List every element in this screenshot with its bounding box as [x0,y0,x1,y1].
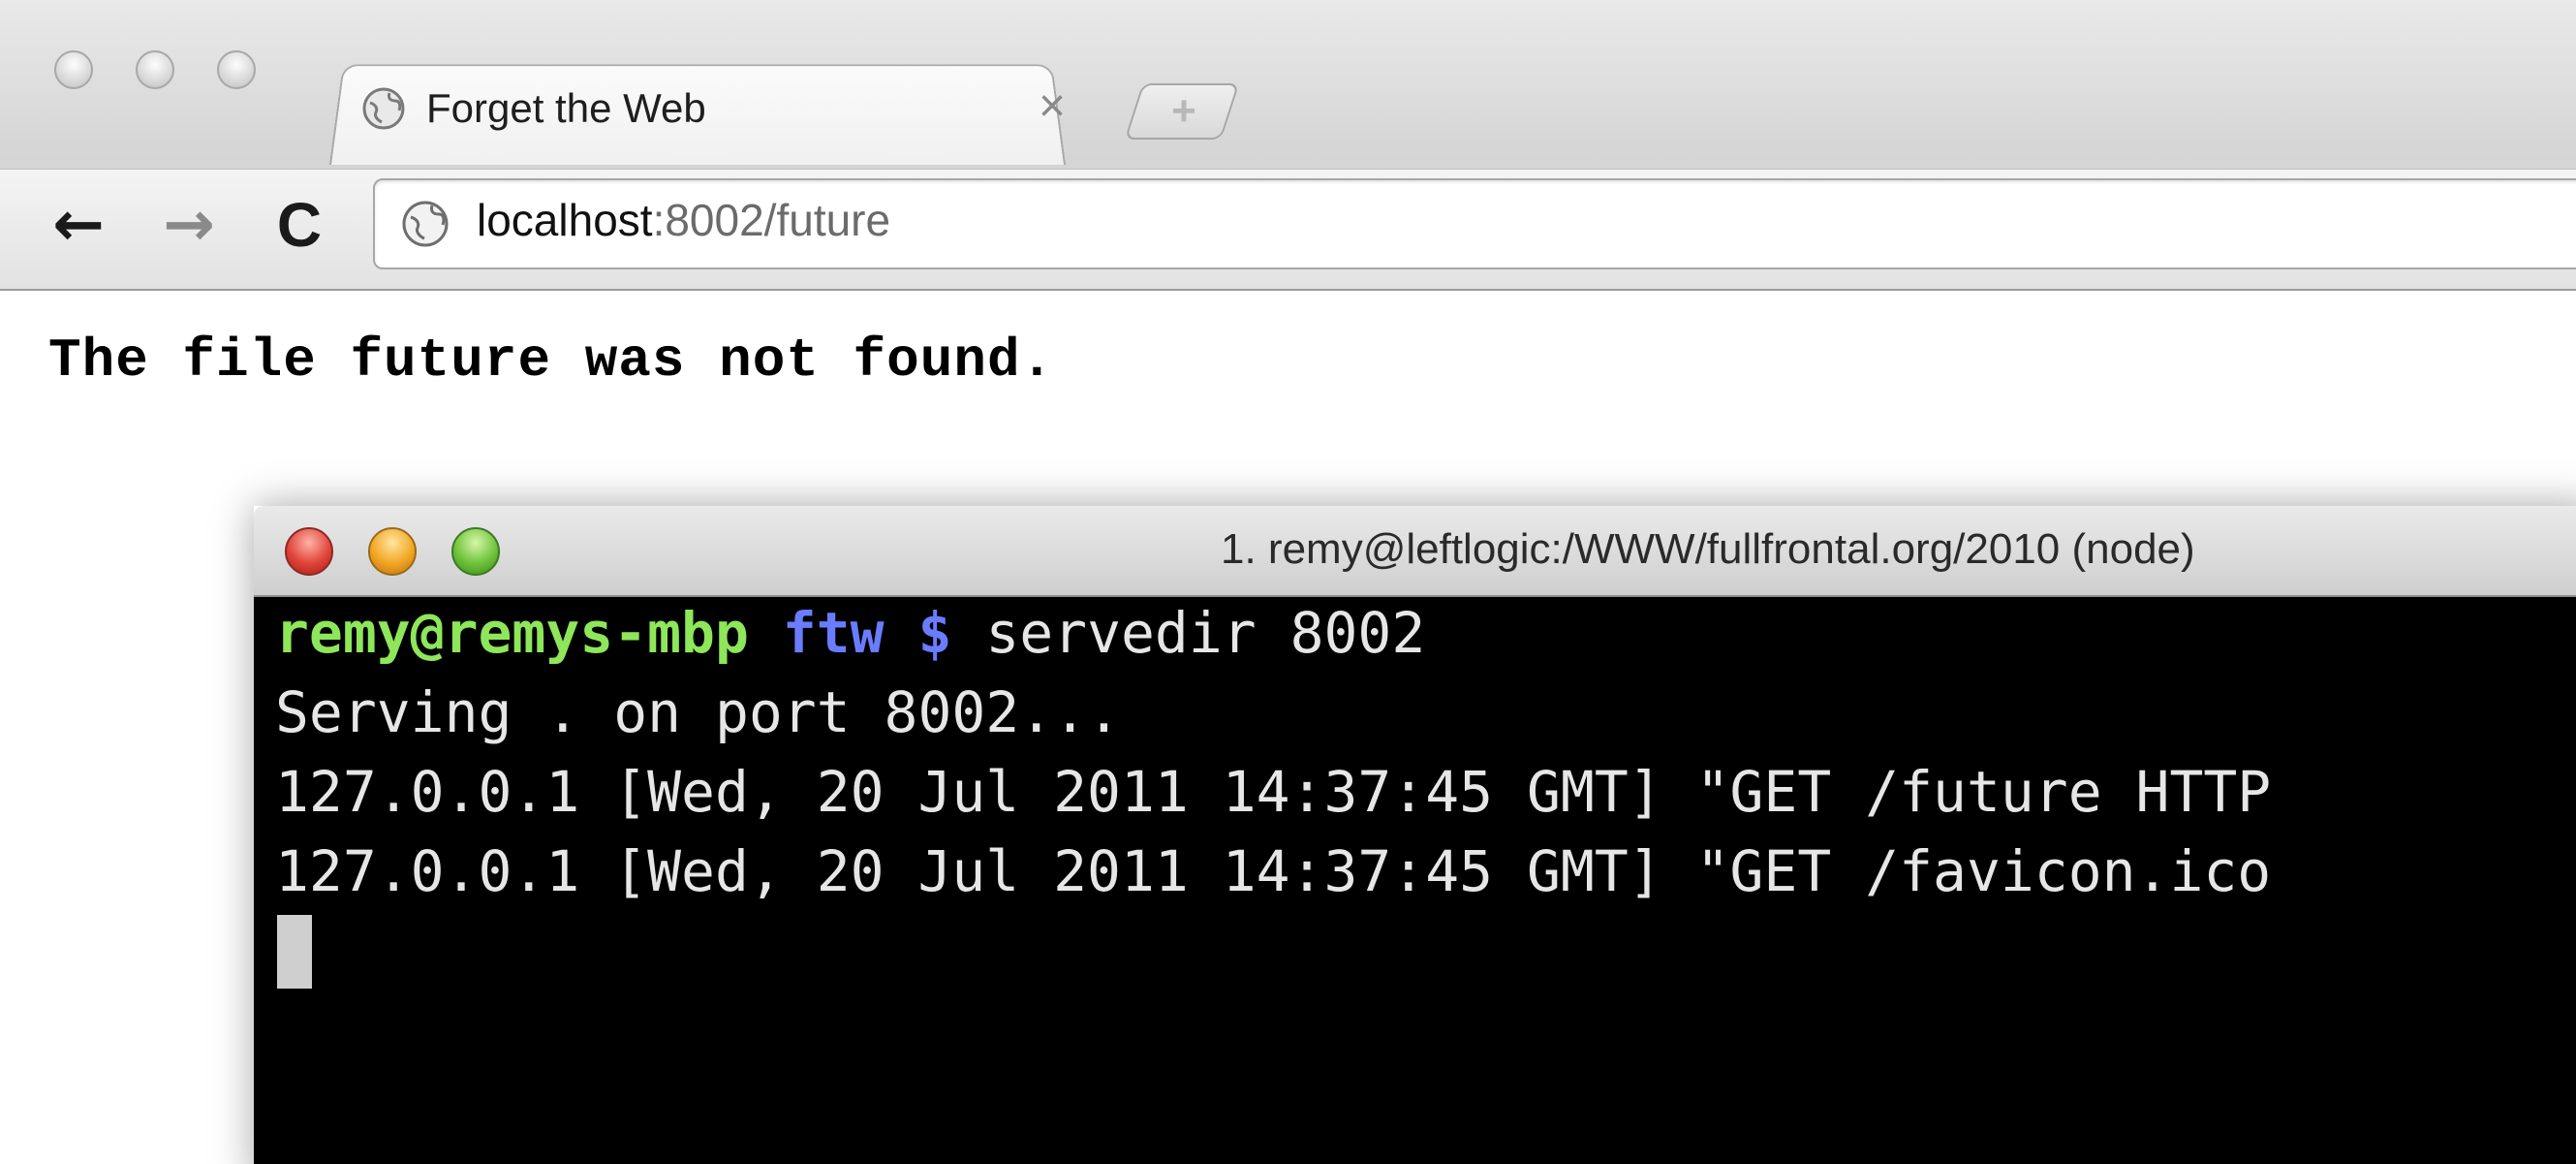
prompt-user: remy@remys-mbp [275,600,749,666]
globe-icon [362,87,405,130]
window-close-button[interactable] [54,50,93,89]
prompt-dir: ftw $ [782,600,952,666]
window-minimize-button[interactable] [136,50,174,89]
address-text[interactable]: localhost:8002/future [477,194,890,246]
terminal-output-line: 127.0.0.1 [Wed, 20 Jul 2011 14:37:45 GMT… [275,759,2272,825]
tab-title: Forget the Web [426,85,706,131]
not-found-message: The file future was not found. [48,330,1055,392]
terminal-output-line: Serving . on port 8002... [275,679,1121,745]
terminal-close-button[interactable] [285,527,333,576]
terminal-cursor [277,915,312,989]
address-path: :8002/future [652,195,891,245]
terminal-body[interactable]: remy@remys-mbp ftw $ servedir 8002 Servi… [254,597,2576,1164]
back-arrow-icon[interactable]: ← [45,186,112,264]
command-text: servedir 8002 [985,600,1426,666]
terminal-command-line: remy@remys-mbp ftw $ servedir 8002 [275,595,1425,671]
terminal-window: 1. remy@leftlogic:/WWW/fullfrontal.org/2… [254,506,2576,1164]
reload-icon[interactable]: C [265,186,333,264]
terminal-output-line: 127.0.0.1 [Wed, 20 Jul 2011 14:37:45 GMT… [275,838,2272,904]
forward-arrow-icon[interactable]: → [155,186,223,264]
globe-icon [402,201,449,247]
terminal-titlebar: 1. remy@leftlogic:/WWW/fullfrontal.org/2… [254,506,2576,597]
tab-content: Forget the Web × [360,72,1077,159]
terminal-zoom-button[interactable] [451,527,500,576]
tab-close-icon[interactable]: × [1039,78,1066,136]
address-host: localhost [477,195,653,245]
window-zoom-button[interactable] [217,50,256,89]
terminal-title: 1. remy@leftlogic:/WWW/fullfrontal.org/2… [1221,525,2195,573]
terminal-minimize-button[interactable] [368,527,417,576]
plus-icon: + [1171,87,1196,135]
